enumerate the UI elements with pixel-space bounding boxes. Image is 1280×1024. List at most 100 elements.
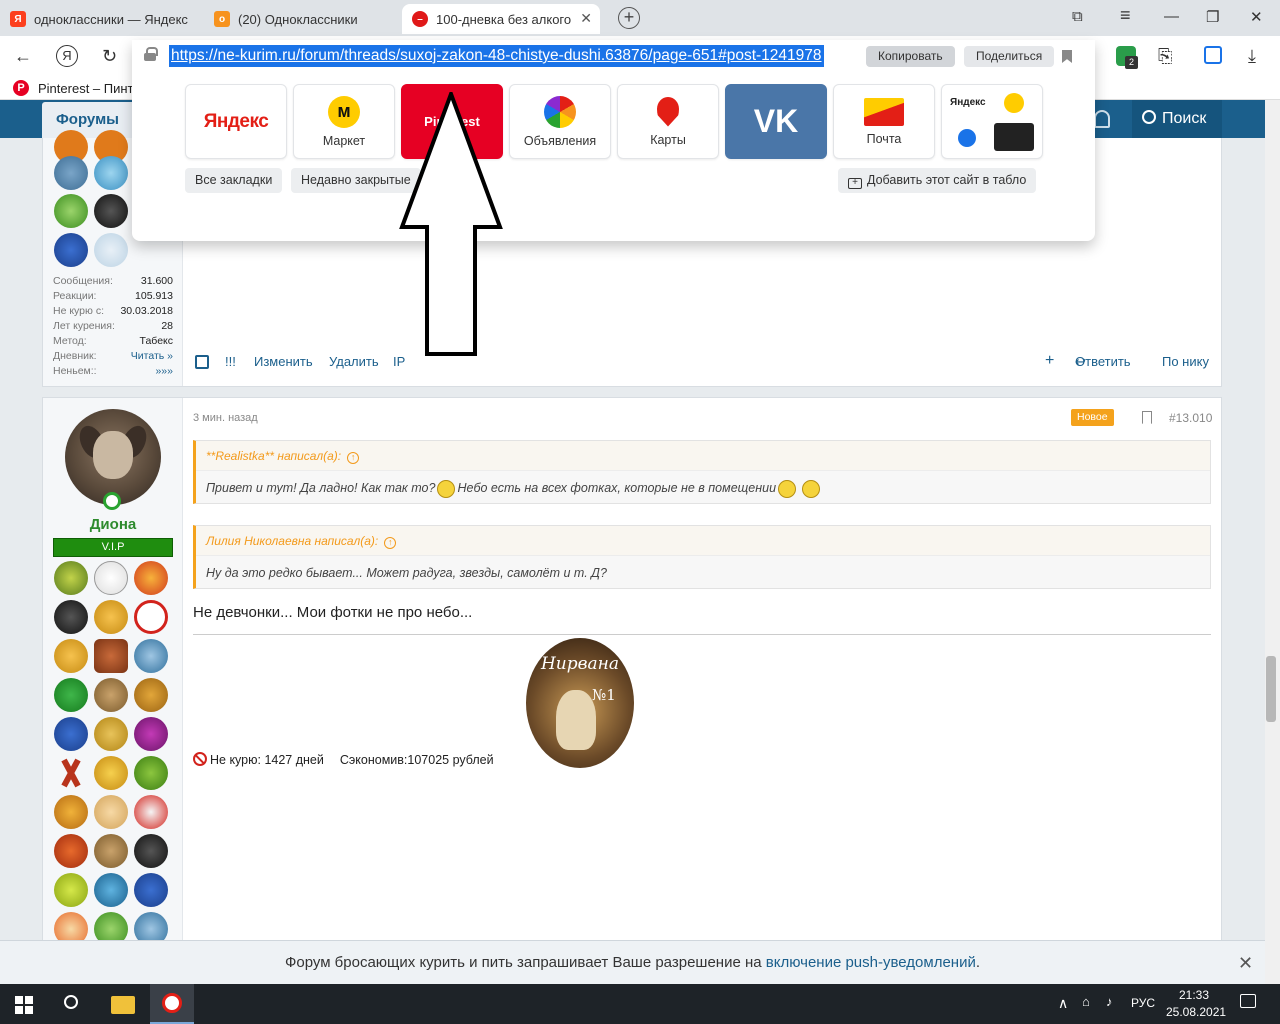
minimize-icon[interactable]: — — [1164, 8, 1179, 25]
tile-maps[interactable]: Карты — [617, 84, 719, 159]
award-badge-icon — [134, 834, 168, 868]
edit-link[interactable]: Изменить — [254, 354, 313, 369]
new-tab-button[interactable]: + — [618, 7, 640, 29]
more-link[interactable]: »»» — [155, 364, 173, 379]
stat-label: Метод: — [53, 335, 87, 347]
award-badge-icon — [94, 717, 128, 751]
quote-author[interactable]: Лилия Николаевна написал(а): — [206, 534, 378, 548]
page-scrollbar[interactable] — [1265, 100, 1280, 984]
post-message: Не девчонки... Мои фотки не про небо... — [193, 604, 473, 621]
menu-icon[interactable]: ≡ — [1120, 5, 1131, 26]
user-rank-badge: V.I.P — [53, 538, 173, 557]
clock-date[interactable]: 25.08.2021 — [1166, 1005, 1226, 1019]
tile-label: Почта — [866, 131, 902, 146]
clock-time[interactable]: 21:33 — [1179, 988, 1209, 1002]
stat-label: Сообщения: — [53, 275, 113, 287]
network-icon[interactable]: ⌂ — [1082, 994, 1090, 1009]
stat-value: 30.03.2018 — [120, 305, 173, 317]
windows-start-icon[interactable] — [15, 996, 33, 1014]
quote-by-nick-link[interactable]: По нику — [1162, 354, 1209, 369]
quote-block: **Realistka** написал(а): ↑ Привет и тут!… — [193, 440, 1211, 504]
reload-icon[interactable]: ↻ — [102, 46, 117, 67]
go-to-quote-icon[interactable]: ↑ — [384, 537, 397, 549]
award-badge-icon — [134, 717, 168, 751]
back-icon[interactable]: ← — [14, 46, 32, 67]
tile-market[interactable]: м Маркет — [293, 84, 395, 159]
shocked-smiley-icon — [437, 479, 456, 498]
tile-yandex[interactable]: Яндекс — [185, 84, 287, 159]
extension-badge: 2 — [1125, 56, 1138, 69]
push-text-end: . — [975, 954, 981, 971]
search-icon[interactable] — [64, 995, 78, 1009]
post-number[interactable]: #13.010 — [1169, 411, 1212, 425]
tile-ads[interactable]: Объявления — [509, 84, 611, 159]
user-avatar[interactable] — [65, 409, 161, 505]
add-site-to-board-button[interactable]: + Добавить этот сайт в табло — [838, 168, 1037, 193]
go-to-quote-icon[interactable]: ↑ — [347, 452, 360, 464]
restore-icon[interactable]: ❐ — [1206, 8, 1219, 26]
mini-yandex-label: Яндекс — [950, 97, 986, 108]
award-badge-icon — [134, 561, 168, 595]
award-badge-icon — [134, 600, 168, 634]
stat-value: 105.913 — [135, 290, 173, 302]
sig-label: Не курю: — [210, 753, 265, 767]
url-input[interactable]: https://ne-kurim.ru/forum/threads/suxoj-… — [169, 45, 824, 67]
bookmark-page-icon[interactable] — [1062, 50, 1072, 63]
close-window-icon[interactable]: ✕ — [1250, 8, 1263, 26]
site-search-button[interactable]: Поиск — [1132, 100, 1222, 138]
multiquote-plus-button[interactable]: + — [1045, 352, 1054, 370]
bookmark-icon[interactable] — [1142, 411, 1152, 424]
quote-author[interactable]: **Realistka** написал(а): — [206, 449, 341, 463]
post-actions-bar: !!! Изменить Удалить IP + ↩ Ответить По н… — [193, 352, 1211, 374]
downloads-icon[interactable]: ⤓ — [1248, 46, 1256, 67]
copy-url-button[interactable]: Копировать — [866, 46, 955, 67]
tile-mail[interactable]: Почта — [833, 84, 935, 159]
address-bar[interactable]: https://ne-kurim.ru/forum/threads/suxoj-… — [132, 40, 1095, 72]
award-badge-icon — [94, 233, 128, 267]
online-status-icon — [103, 492, 121, 510]
tab-odnoklassniki[interactable]: o (20) Одноклассники — [204, 4, 400, 34]
share-url-button[interactable]: Поделиться — [964, 46, 1055, 67]
close-tab-icon[interactable]: ✕ — [580, 10, 592, 27]
smile-smiley-icon — [778, 479, 797, 498]
tray-chevron-icon[interactable]: ∧ — [1058, 995, 1068, 1012]
collections-icon[interactable]: ⎘ — [1158, 46, 1172, 67]
notifications-bell-icon[interactable] — [1094, 110, 1110, 128]
all-bookmarks-button[interactable]: Все закладки — [185, 168, 283, 193]
translate-extension-icon[interactable] — [1204, 46, 1222, 64]
yandex-logo-icon[interactable]: Я — [56, 45, 78, 67]
market-icon: м — [328, 95, 360, 128]
tile-vk[interactable]: VK — [725, 84, 827, 159]
volume-icon[interactable]: ♪ — [1106, 994, 1113, 1009]
stat-label: Дневник: — [53, 350, 97, 362]
pinterest-icon: P — [13, 80, 29, 96]
browser-tab-bar: Я одноклассники — Яндекс o (20) Одноклас… — [0, 0, 1280, 36]
diary-link[interactable]: Читать » — [131, 349, 173, 364]
reply-label: Ответить — [1075, 354, 1131, 369]
lock-icon[interactable] — [144, 47, 158, 61]
close-banner-icon[interactable]: ✕ — [1238, 941, 1253, 985]
post-time[interactable]: 3 мин. назад — [193, 412, 258, 424]
quote-header: Лилия Николаевна написал(а): ↑ — [196, 526, 1210, 556]
enable-push-link[interactable]: включение push-уведомлений — [766, 954, 976, 971]
quote-header: **Realistka** написал(а): ↑ — [196, 441, 1210, 471]
action-center-icon[interactable] — [1240, 994, 1256, 1008]
forum-post: Диона V.I.P 3 мин. назад Новое #13.010 *… — [42, 397, 1222, 957]
delete-link[interactable]: Удалить — [329, 354, 379, 369]
language-indicator[interactable]: РУС — [1131, 996, 1155, 1010]
tab-yandex-search[interactable]: Я одноклассники — Яндекс — [0, 4, 200, 34]
mark-action[interactable]: !!! — [225, 354, 236, 369]
yandex-browser-taskbar-icon[interactable] — [150, 984, 194, 1024]
nav-tab-forums[interactable]: Форумы — [42, 102, 142, 138]
tab-active-forum[interactable]: – 100-дневка без алкого ✕ — [402, 4, 600, 34]
odnoklassniki-favicon-icon: o — [214, 11, 230, 27]
bookmark-pinterest[interactable]: Pinterest – Пинт — [38, 81, 134, 96]
scrollbar-thumb[interactable] — [1266, 656, 1276, 722]
file-explorer-icon[interactable] — [111, 996, 135, 1014]
search-icon — [1142, 110, 1156, 124]
award-badge-icon — [134, 873, 168, 907]
post-user-sidebar: Диона V.I.P — [43, 398, 183, 956]
tab-manager-icon[interactable]: ⧉ — [1072, 8, 1083, 25]
tile-group-folder[interactable]: Яндекс — [941, 84, 1043, 159]
username[interactable]: Диона — [43, 516, 183, 533]
